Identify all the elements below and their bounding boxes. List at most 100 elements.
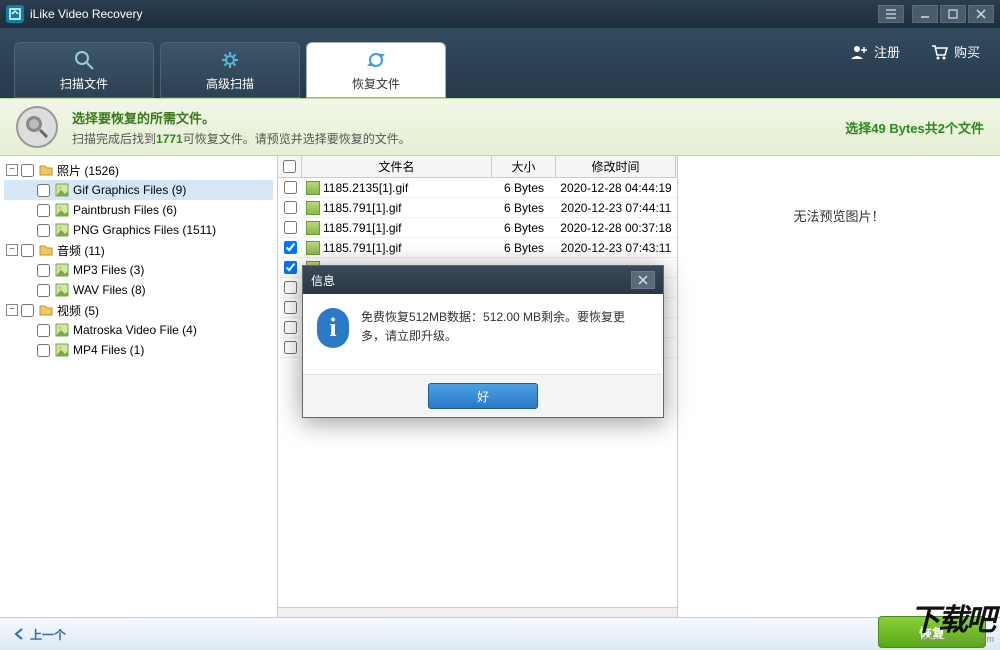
minimize-button[interactable] — [912, 5, 938, 23]
cell-mtime: 2020-12-23 07:43:11 — [556, 241, 676, 255]
filetype-icon — [54, 222, 70, 238]
expander-icon[interactable]: − — [6, 164, 18, 176]
row-checkbox[interactable] — [284, 281, 297, 294]
close-button[interactable] — [968, 5, 994, 23]
row-checkbox[interactable] — [284, 201, 297, 214]
dialog-message: 免费恢复512MB数据：512.00 MB剩余。要恢复更多，请立即升级。 — [361, 308, 649, 360]
tree-item-label: 音频 (11) — [57, 242, 105, 259]
info-dialog: 信息 i 免费恢复512MB数据：512.00 MB剩余。要恢复更多，请立即升级… — [302, 265, 664, 418]
tree-checkbox[interactable] — [37, 284, 50, 297]
tree-child-item[interactable]: Matroska Video File (4) — [4, 320, 273, 340]
tab-advanced-scan[interactable]: 高级扫描 — [160, 42, 300, 98]
tree-root-item[interactable]: − 音频 (11) — [4, 240, 273, 260]
tree-child-item[interactable]: MP4 Files (1) — [4, 340, 273, 360]
row-checkbox[interactable] — [284, 341, 297, 354]
dialog-close-button[interactable] — [631, 271, 655, 289]
filetype-icon — [54, 282, 70, 298]
tree-checkbox[interactable] — [37, 344, 50, 357]
expander-icon — [22, 224, 34, 236]
file-row[interactable]: 1185.791[1].gif6 Bytes2020-12-23 07:44:1… — [278, 198, 677, 218]
tree-checkbox[interactable] — [37, 264, 50, 277]
col-mtime[interactable]: 修改时间 — [556, 156, 676, 177]
file-row[interactable]: 1185.791[1].gif6 Bytes2020-12-23 07:43:1… — [278, 238, 677, 258]
header-checkbox[interactable] — [278, 156, 302, 177]
expander-icon — [22, 264, 34, 276]
cell-filename: 1185.791[1].gif — [302, 201, 492, 215]
expander-icon[interactable]: − — [6, 244, 18, 256]
tree-root-item[interactable]: −视频 (5) — [4, 300, 273, 320]
tab-recover-files[interactable]: 恢复文件 — [306, 42, 446, 98]
maximize-button[interactable] — [940, 5, 966, 23]
tree-checkbox[interactable] — [37, 324, 50, 337]
expander-icon[interactable]: − — [6, 304, 18, 316]
folder-icon — [38, 242, 54, 258]
cell-size: 6 Bytes — [492, 221, 556, 235]
tab-scan-files[interactable]: 扫描文件 — [14, 42, 154, 98]
row-checkbox[interactable] — [284, 241, 297, 254]
tree-item-label: PNG Graphics Files (1511) — [73, 223, 216, 237]
tree-item-label: 照片 (1526) — [57, 162, 119, 179]
arrow-left-icon — [14, 628, 26, 640]
file-row[interactable]: 1185.2135[1].gif6 Bytes2020-12-28 04:44:… — [278, 178, 677, 198]
tree-child-item[interactable]: Gif Graphics Files (9) — [4, 180, 273, 200]
tree-checkbox[interactable] — [21, 244, 34, 257]
titlebar: iLike Video Recovery — [0, 0, 1000, 28]
row-checkbox[interactable] — [284, 221, 297, 234]
tree-child-item[interactable]: MP3 Files (3) — [4, 260, 273, 280]
tree-item-label: Gif Graphics Files (9) — [73, 183, 186, 197]
tree-child-item[interactable]: WAV Files (8) — [4, 280, 273, 300]
menu-button[interactable] — [878, 5, 904, 23]
preview-message: 无法预览图片！ — [793, 206, 884, 225]
info-heading: 选择要恢复的所需文件。 — [72, 108, 411, 127]
horizontal-scrollbar[interactable] — [278, 607, 677, 617]
row-checkbox[interactable] — [284, 321, 297, 334]
refresh-icon — [364, 48, 388, 72]
register-label: 注册 — [874, 42, 900, 61]
filetype-icon — [54, 322, 70, 338]
register-button[interactable]: 注册 — [850, 42, 900, 61]
dialog-ok-button[interactable]: 好 — [428, 383, 538, 409]
cell-mtime: 2020-12-28 04:44:19 — [556, 181, 676, 195]
tree-checkbox[interactable] — [37, 224, 50, 237]
category-tree[interactable]: − 照片 (1526) Gif Graphics Files (9) Paintbru… — [0, 156, 278, 617]
info-detail: 扫描完成后找到1771可恢复文件。请预览并选择要恢复的文件。 — [72, 130, 411, 147]
tree-item-label: WAV Files (8) — [73, 283, 146, 297]
user-plus-icon — [850, 43, 868, 61]
toolbar: 扫描文件 高级扫描 恢复文件 注册 购买 — [0, 28, 1000, 98]
image-file-icon — [306, 241, 320, 255]
image-file-icon — [306, 221, 320, 235]
tree-child-item[interactable]: PNG Graphics Files (1511) — [4, 220, 273, 240]
image-file-icon — [306, 181, 320, 195]
tree-checkbox[interactable] — [37, 184, 50, 197]
tree-child-item[interactable]: Paintbrush Files (6) — [4, 200, 273, 220]
cell-mtime: 2020-12-23 07:44:11 — [556, 201, 676, 215]
cart-icon — [930, 43, 948, 61]
col-size[interactable]: 大小 — [492, 156, 556, 177]
tree-item-label: MP4 Files (1) — [73, 343, 144, 357]
tree-root-item[interactable]: − 照片 (1526) — [4, 160, 273, 180]
row-checkbox[interactable] — [284, 261, 297, 274]
previous-button[interactable]: 上一个 — [14, 626, 66, 643]
cell-filename: 1185.2135[1].gif — [302, 181, 492, 195]
cell-mtime: 2020-12-28 00:37:18 — [556, 221, 676, 235]
folder-icon — [38, 302, 54, 318]
app-logo-icon — [6, 5, 24, 23]
expander-icon — [22, 344, 34, 356]
tab-label: 扫描文件 — [60, 75, 108, 92]
tab-label: 恢复文件 — [352, 75, 400, 92]
tree-checkbox[interactable] — [37, 204, 50, 217]
file-row[interactable]: 1185.791[1].gif6 Bytes2020-12-28 00:37:1… — [278, 218, 677, 238]
buy-button[interactable]: 购买 — [930, 42, 980, 61]
dialog-titlebar: 信息 — [303, 266, 663, 294]
tree-checkbox[interactable] — [21, 164, 34, 177]
col-filename[interactable]: 文件名 — [302, 156, 492, 177]
cell-filename: 1185.791[1].gif — [302, 241, 492, 255]
dialog-title: 信息 — [311, 272, 335, 289]
row-checkbox[interactable] — [284, 181, 297, 194]
info-strip: 选择要恢复的所需文件。 扫描完成后找到1771可恢复文件。请预览并选择要恢复的文… — [0, 98, 1000, 156]
row-checkbox[interactable] — [284, 301, 297, 314]
scan-result-icon — [16, 106, 58, 148]
tree-checkbox[interactable] — [21, 304, 34, 317]
expander-icon — [22, 204, 34, 216]
tree-item-label: MP3 Files (3) — [73, 263, 144, 277]
